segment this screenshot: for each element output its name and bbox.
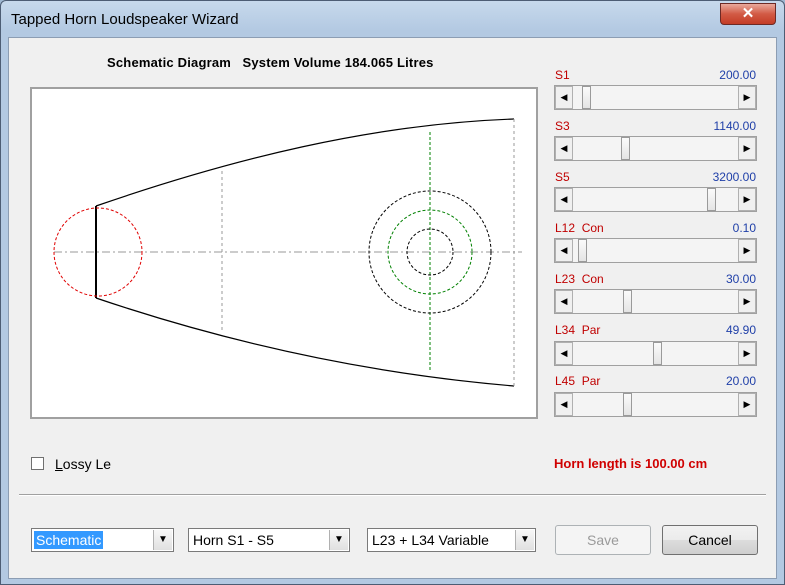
scroll-right-icon[interactable]: ▶ <box>738 393 756 416</box>
slider-s3[interactable]: ◀ ▶ <box>554 136 757 161</box>
scroll-left-icon[interactable]: ◀ <box>555 290 573 313</box>
chevron-down-icon[interactable]: ▼ <box>329 530 348 550</box>
scroll-right-icon[interactable]: ▶ <box>738 188 756 211</box>
slider-track[interactable] <box>573 393 738 416</box>
scroll-right-icon[interactable]: ▶ <box>738 137 756 160</box>
slider-value-l12: 0.10 <box>732 221 756 235</box>
slider-track[interactable] <box>573 342 738 365</box>
slider-label-s1: S1 <box>555 68 570 82</box>
chevron-down-icon[interactable]: ▼ <box>515 530 534 550</box>
view-select-value: Schematic <box>34 531 104 549</box>
horn-select-value: Horn S1 - S5 <box>193 532 274 548</box>
slider-track[interactable] <box>573 86 738 109</box>
slider-track[interactable] <box>573 239 738 262</box>
slider-thumb[interactable] <box>578 239 587 262</box>
scroll-right-icon[interactable]: ▶ <box>738 342 756 365</box>
slider-value-s1: 200.00 <box>719 68 756 82</box>
variable-select-value: L23 + L34 Variable <box>372 532 489 548</box>
wizard-window: Tapped Horn Loudspeaker Wizard ✕ Schemat… <box>0 0 785 585</box>
lossy-le-checkbox[interactable] <box>31 457 44 470</box>
variable-select[interactable]: L23 + L34 Variable ▼ <box>367 528 536 552</box>
slider-value-l34: 49.90 <box>725 323 756 337</box>
slider-thumb[interactable] <box>623 393 632 416</box>
horn-length-status: Horn length is 100.00 cm <box>554 456 708 471</box>
schematic-drawing <box>53 118 522 387</box>
scroll-left-icon[interactable]: ◀ <box>555 137 573 160</box>
window-title: Tapped Horn Loudspeaker Wizard <box>11 11 239 28</box>
diagram-caption: Schematic Diagram System Volume 184.065 … <box>107 55 434 70</box>
chevron-down-icon[interactable]: ▼ <box>153 530 172 550</box>
save-button[interactable]: Save <box>555 525 651 555</box>
slider-track[interactable] <box>573 188 738 211</box>
dialog-client-area: Schematic Diagram System Volume 184.065 … <box>8 37 777 579</box>
cancel-button[interactable]: Cancel <box>662 525 758 555</box>
slider-l34[interactable]: ◀ ▶ <box>554 341 757 366</box>
view-select[interactable]: Schematic ▼ <box>31 528 174 552</box>
scroll-right-icon[interactable]: ▶ <box>738 239 756 262</box>
slider-track[interactable] <box>573 137 738 160</box>
scroll-right-icon[interactable]: ▶ <box>738 290 756 313</box>
lossy-le-label-accel: L <box>55 456 63 472</box>
slider-label-l12: L12 Con <box>555 221 604 235</box>
slider-track[interactable] <box>573 290 738 313</box>
horn-upper-wall <box>95 118 515 207</box>
lossy-le-label-rest: ossy Le <box>62 456 112 472</box>
slider-label-l34: L34 Par <box>555 323 601 337</box>
close-button[interactable]: ✕ <box>720 3 776 25</box>
separator-line <box>19 494 766 496</box>
horn-select[interactable]: Horn S1 - S5 ▼ <box>188 528 350 552</box>
slider-value-s3: 1140.00 <box>713 119 757 133</box>
slider-thumb[interactable] <box>623 290 632 313</box>
slider-label-l23: L23 Con <box>555 272 604 286</box>
scroll-left-icon[interactable]: ◀ <box>555 86 573 109</box>
scroll-left-icon[interactable]: ◀ <box>555 188 573 211</box>
horn-lower-wall <box>95 297 515 387</box>
slider-s1[interactable]: ◀ ▶ <box>554 85 757 110</box>
slider-label-l45: L45 Par <box>555 374 601 388</box>
scroll-left-icon[interactable]: ◀ <box>555 342 573 365</box>
schematic-diagram <box>30 87 538 419</box>
slider-s5[interactable]: ◀ ▶ <box>554 187 757 212</box>
slider-label-s3: S3 <box>555 119 570 133</box>
scroll-left-icon[interactable]: ◀ <box>555 393 573 416</box>
slider-thumb[interactable] <box>621 137 630 160</box>
slider-thumb[interactable] <box>582 86 591 109</box>
scroll-left-icon[interactable]: ◀ <box>555 239 573 262</box>
slider-thumb[interactable] <box>653 342 662 365</box>
title-bar[interactable]: Tapped Horn Loudspeaker Wizard ✕ <box>1 1 784 37</box>
lossy-le-label[interactable]: Lossy Le <box>55 456 111 472</box>
scroll-right-icon[interactable]: ▶ <box>738 86 756 109</box>
slider-l12[interactable]: ◀ ▶ <box>554 238 757 263</box>
slider-value-l23: 30.00 <box>725 272 756 286</box>
slider-value-s5: 3200.00 <box>712 170 756 184</box>
slider-l23[interactable]: ◀ ▶ <box>554 289 757 314</box>
slider-thumb[interactable] <box>707 188 716 211</box>
slider-label-s5: S5 <box>555 170 570 184</box>
slider-value-l45: 20.00 <box>725 374 756 388</box>
slider-l45[interactable]: ◀ ▶ <box>554 392 757 417</box>
